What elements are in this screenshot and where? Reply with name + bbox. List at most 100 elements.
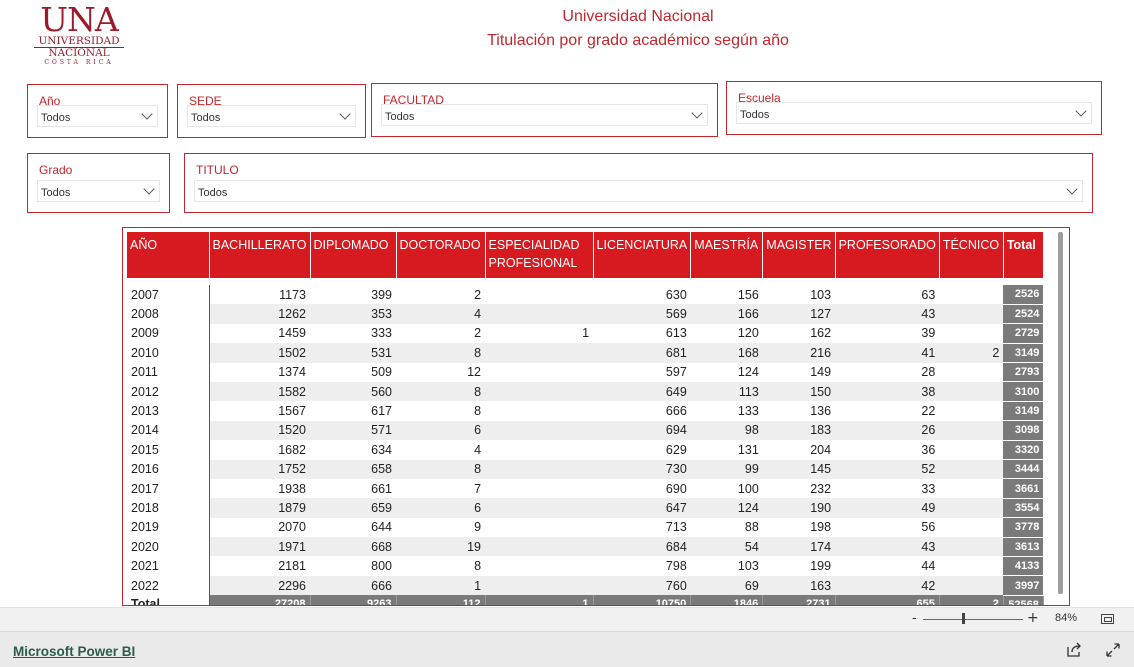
col-header-tecnico[interactable]: TÉCNICO <box>939 232 1004 278</box>
table-row[interactable]: 2010 1502 531 8 681 168 216 41 2 3149 <box>127 343 1044 364</box>
cell-maestria: 113 <box>690 381 763 402</box>
col-header-licenciatura[interactable]: LICENCIATURA <box>593 232 692 278</box>
powerbi-link[interactable]: Microsoft Power BI <box>13 644 135 659</box>
cell-maestria: 54 <box>690 537 763 557</box>
cell-doctorado: 8 <box>396 343 486 363</box>
slicer-sede-dropdown[interactable]: Todos <box>187 105 356 127</box>
table-row[interactable]: 2007 1173 399 2 630 156 103 63 2526 <box>127 285 1044 305</box>
col-header-especialidad[interactable]: ESPECIALIDAD PROFESIONAL <box>485 232 594 278</box>
cell-diplomado: 399 <box>310 285 397 305</box>
cell-maestria: 103 <box>690 556 763 576</box>
table-scrollbar[interactable] <box>1058 232 1063 594</box>
table-row[interactable]: 2017 1938 661 7 690 100 232 33 3661 <box>127 478 1044 499</box>
slicer-ano: Año Todos <box>27 84 168 138</box>
chevron-down-icon <box>141 108 153 120</box>
cell-total: 2526 <box>1003 285 1044 305</box>
cell-tecnico <box>939 459 1004 479</box>
cell-maestria: 168 <box>690 343 763 363</box>
table-row[interactable]: 2013 1567 617 8 666 133 136 22 3149 <box>127 401 1044 422</box>
cell-tecnico <box>939 381 1004 402</box>
cell-especialidad <box>485 285 594 305</box>
cell-profesorado: 41 <box>835 343 940 363</box>
zoom-in-button[interactable]: + <box>1027 610 1039 626</box>
cell-bachillerato: 1262 <box>209 304 311 324</box>
cell-magister: 198 <box>762 517 836 538</box>
cell-especialidad <box>485 478 594 499</box>
cell-bachillerato: 1173 <box>209 285 311 305</box>
slicer-grado-dropdown[interactable]: Todos <box>37 180 160 202</box>
fit-to-page-icon[interactable] <box>1101 614 1114 624</box>
table-row[interactable]: 2020 1971 668 19 684 54 174 43 3613 <box>127 537 1044 557</box>
titulacion-table: AÑO BACHILLERATO DIPLOMADO DOCTORADO ESP… <box>127 232 1044 605</box>
cell-ano: 2018 <box>127 498 210 518</box>
cell-licenciatura: 694 <box>593 420 691 441</box>
cell-doctorado: 8 <box>396 381 486 402</box>
slicer-escuela-dropdown[interactable]: Todos <box>736 102 1092 124</box>
cell-magister: 136 <box>762 401 836 421</box>
table-row[interactable]: 2012 1582 560 8 649 113 150 38 3100 <box>127 381 1044 402</box>
cell-profesorado: 49 <box>835 498 940 518</box>
cell-maestria: 99 <box>690 459 763 479</box>
cell-doctorado: 2 <box>396 285 486 305</box>
cell-profesorado: 33 <box>835 478 940 499</box>
chevron-down-icon <box>143 183 155 195</box>
table-row[interactable]: 2021 2181 800 8 798 103 199 44 4133 <box>127 556 1044 577</box>
slicer-titulo-dropdown[interactable]: Todos <box>194 180 1083 202</box>
cell-ano: 2007 <box>127 285 210 305</box>
cell-maestria: 124 <box>690 498 763 518</box>
table-row[interactable]: 2019 2070 644 9 713 88 198 56 3778 <box>127 517 1044 538</box>
cell-profesorado: 42 <box>835 575 940 596</box>
col-header-maestria[interactable]: MAESTRÍA <box>690 232 764 278</box>
cell-total: 3613 <box>1003 537 1044 557</box>
cell-ano: 2021 <box>127 556 210 576</box>
share-icon[interactable] <box>1066 642 1082 658</box>
cell-total: 3997 <box>1003 575 1044 596</box>
fullscreen-icon[interactable] <box>1105 642 1121 658</box>
slicer-grado-label: Grado <box>39 163 73 177</box>
cell-licenciatura: 760 <box>593 575 691 596</box>
cell-diplomado: 634 <box>310 440 397 460</box>
cell-maestria: 98 <box>690 420 763 441</box>
cell-total: 3778 <box>1003 517 1044 538</box>
cell-especialidad: 1 <box>485 323 594 344</box>
cell-bachillerato: 2181 <box>209 556 311 576</box>
cell-licenciatura: 649 <box>593 381 691 402</box>
col-header-total[interactable]: Total <box>1003 232 1044 278</box>
cell-tecnico <box>939 304 1004 324</box>
zoom-out-button[interactable]: - <box>912 611 917 626</box>
cell-total: 3149 <box>1003 401 1044 422</box>
slicer-facultad-dropdown[interactable]: Todos <box>381 104 708 126</box>
total-doctorado: 112 <box>396 595 486 605</box>
zoom-slider-track[interactable] <box>923 619 1023 620</box>
col-header-diplomado[interactable]: DIPLOMADO <box>310 232 397 278</box>
chevron-down-icon <box>1075 105 1087 117</box>
col-header-profesorado[interactable]: PROFESORADO <box>835 232 940 278</box>
cell-tecnico <box>939 556 1004 576</box>
col-header-magister[interactable]: MAGISTER <box>762 232 836 278</box>
cell-maestria: 124 <box>690 362 763 382</box>
table-row[interactable]: 2009 1459 333 2 1 613 120 162 39 2729 <box>127 323 1044 344</box>
zoom-slider-thumb[interactable] <box>962 613 965 624</box>
col-header-bachillerato[interactable]: BACHILLERATO <box>209 232 311 278</box>
table-row[interactable]: 2008 1262 353 4 569 166 127 43 2524 <box>127 304 1044 325</box>
table-row[interactable]: 2022 2296 666 1 760 69 163 42 3997 <box>127 575 1044 596</box>
cell-total: 2729 <box>1003 323 1044 344</box>
col-header-doctorado[interactable]: DOCTORADO <box>396 232 486 278</box>
cell-magister: 174 <box>762 537 836 557</box>
cell-ano: 2020 <box>127 537 210 557</box>
table-row[interactable]: 2016 1752 658 8 730 99 145 52 3444 <box>127 459 1044 480</box>
cell-licenciatura: 613 <box>593 323 691 344</box>
col-header-ano[interactable]: AÑO <box>127 232 210 278</box>
table-row[interactable]: 2018 1879 659 6 647 124 190 49 3554 <box>127 498 1044 519</box>
table-row[interactable]: 2014 1520 571 6 694 98 183 26 3098 <box>127 420 1044 441</box>
cell-licenciatura: 629 <box>593 440 691 460</box>
cell-ano: 2015 <box>127 440 210 460</box>
slicer-escuela: Escuela Todos <box>726 81 1102 135</box>
table-row[interactable]: 2015 1682 634 4 629 131 204 36 3320 <box>127 440 1044 461</box>
cell-diplomado: 571 <box>310 420 397 441</box>
cell-profesorado: 43 <box>835 537 940 557</box>
cell-especialidad <box>485 517 594 538</box>
cell-maestria: 69 <box>690 575 763 596</box>
table-row[interactable]: 2011 1374 509 12 597 124 149 28 2793 <box>127 362 1044 383</box>
slicer-ano-dropdown[interactable]: Todos <box>37 105 158 127</box>
